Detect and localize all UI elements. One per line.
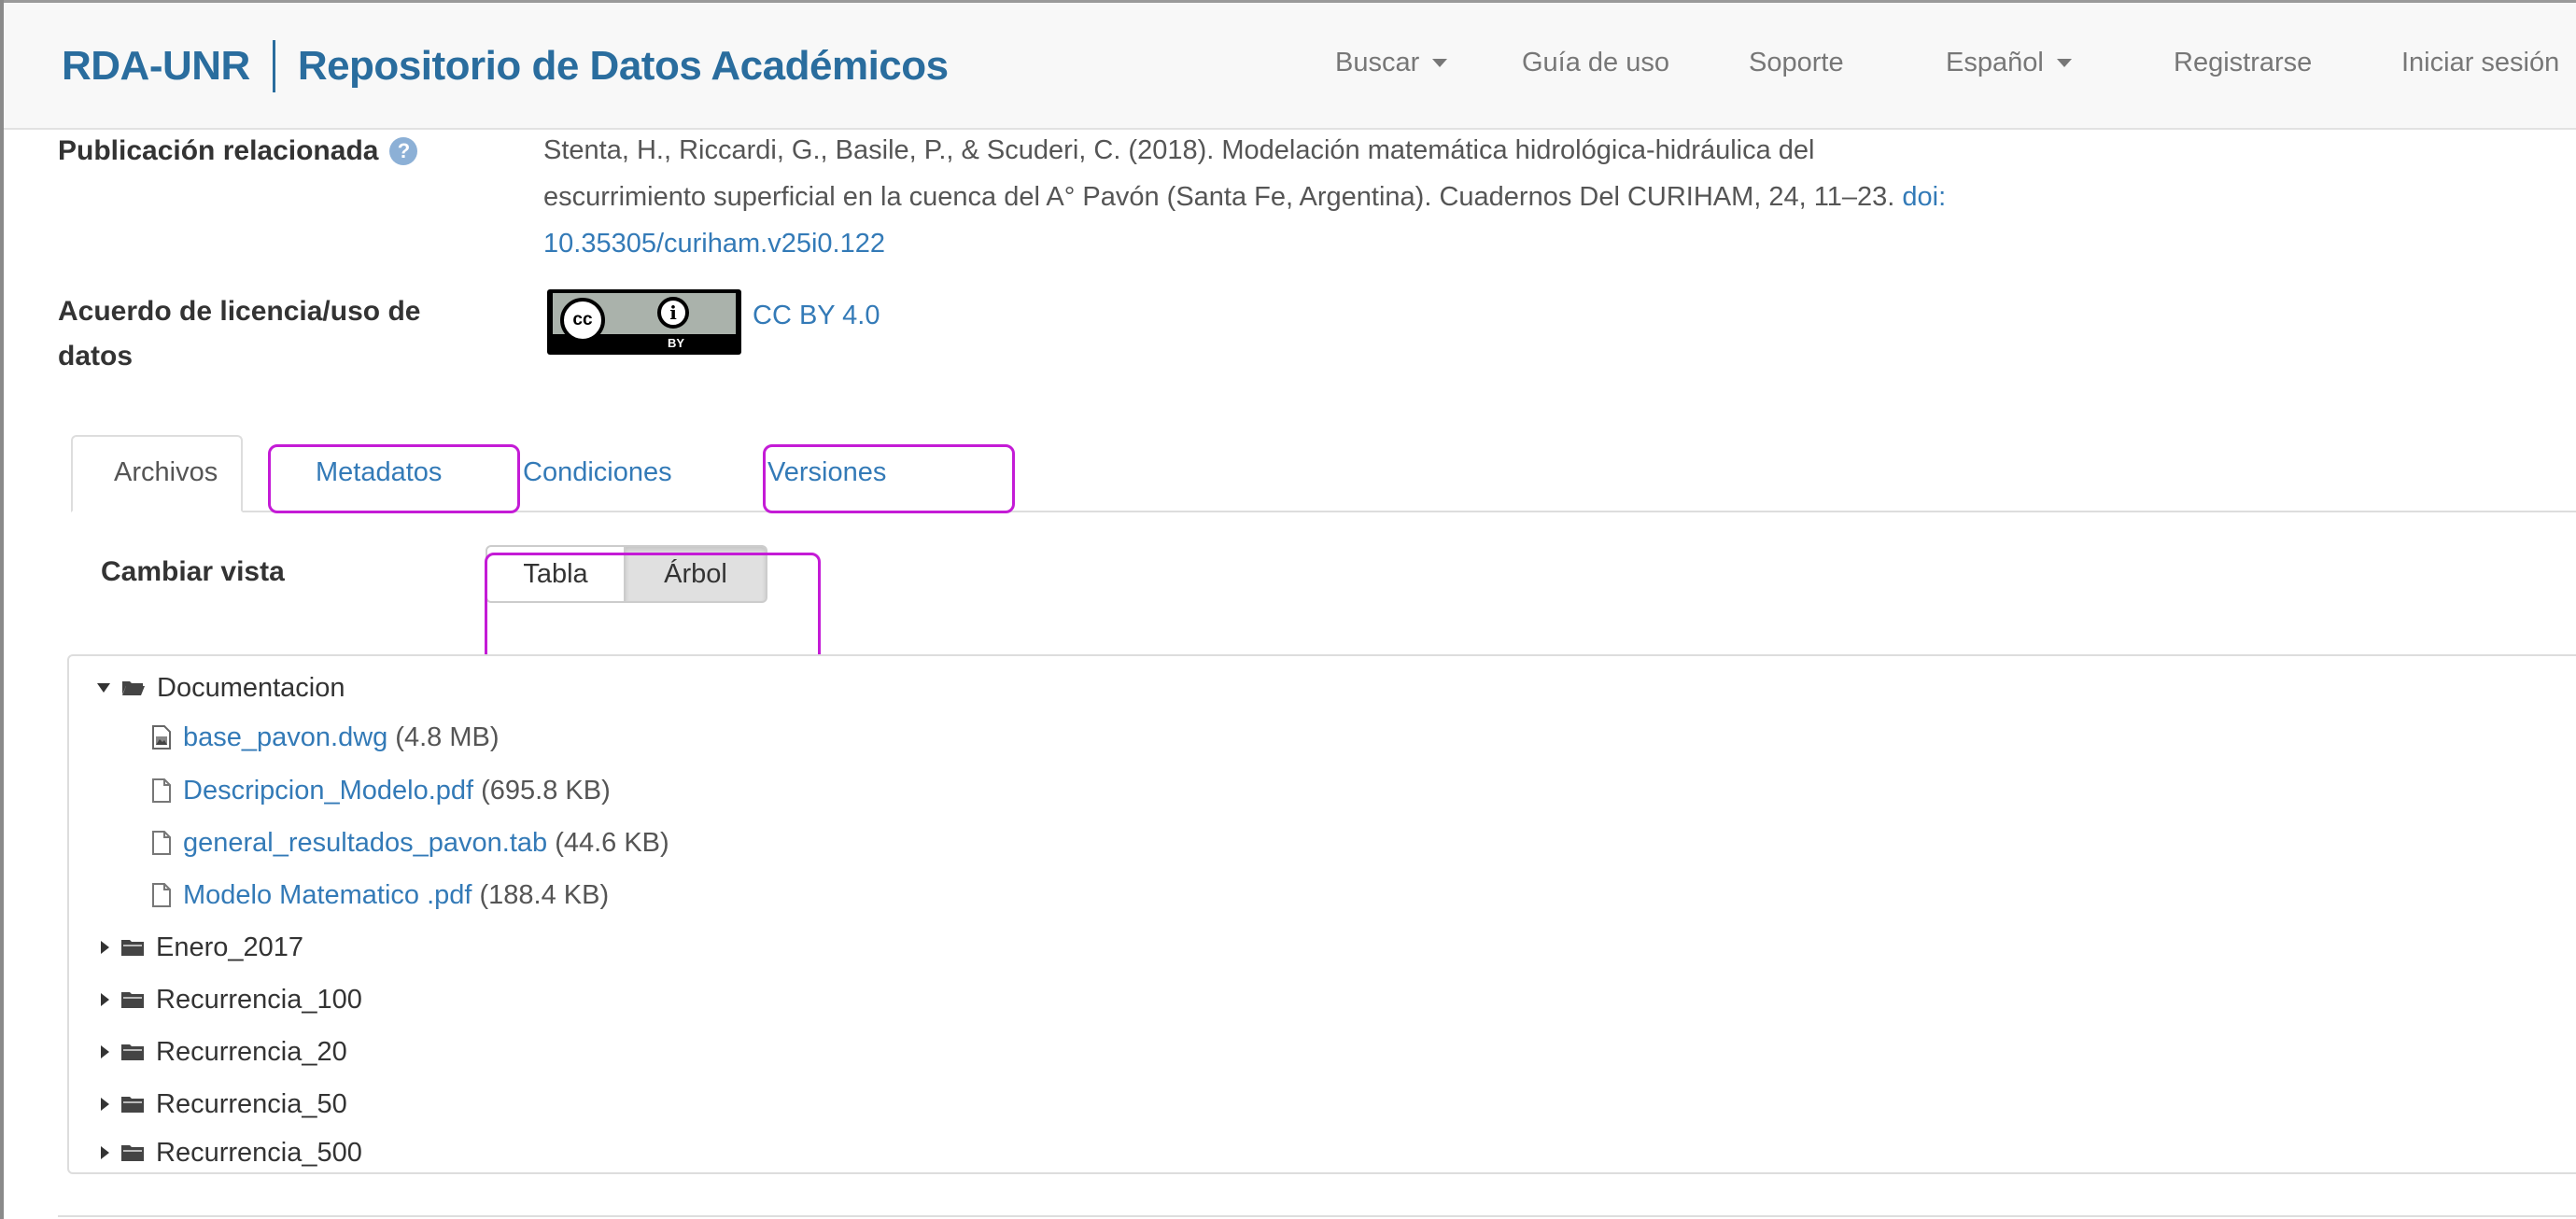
caret-down-icon[interactable] xyxy=(97,683,110,693)
file-icon xyxy=(152,778,171,803)
folder-icon xyxy=(121,1044,144,1060)
folder-name: Documentacion xyxy=(157,673,345,703)
cc-logo-icon: cc xyxy=(560,298,605,343)
view-switch-label: Cambiar vista xyxy=(101,556,285,587)
nav-language-label: Español xyxy=(1946,48,2044,77)
file-size: (695.8 KB) xyxy=(481,776,611,806)
publication-citation: Stenta, H., Riccardi, G., Basile, P., & … xyxy=(543,127,1981,267)
highlight-box-versiones xyxy=(763,444,1015,513)
tab-archivos[interactable]: Archivos xyxy=(114,457,218,488)
tree-folder-row[interactable]: Recurrencia_100 xyxy=(97,981,362,1018)
nav-support-link[interactable]: Soporte xyxy=(1749,48,1844,78)
question-circle-icon[interactable]: ? xyxy=(389,137,418,165)
attribution-person-icon: i xyxy=(657,297,689,329)
publication-row-label: Publicación relacionada? xyxy=(58,129,418,174)
brand-short-name: RDA-UNR xyxy=(62,43,250,89)
folder-icon xyxy=(121,992,144,1008)
license-link[interactable]: CC BY 4.0 xyxy=(753,301,880,331)
nav-search-menu[interactable]: Buscar xyxy=(1335,48,1448,78)
nav-language-menu[interactable]: Español xyxy=(1946,48,2072,78)
folder-icon xyxy=(121,940,144,956)
file-size: (44.6 KB) xyxy=(555,828,669,858)
nav-guide-link[interactable]: Guía de uso xyxy=(1522,48,1669,78)
publication-text: Stenta, H., Riccardi, G., Basile, P., & … xyxy=(543,135,1903,212)
caret-right-icon[interactable] xyxy=(101,993,109,1006)
folder-icon xyxy=(121,1145,144,1161)
tree-folder-documentacion[interactable]: Documentacion xyxy=(97,669,345,707)
caret-right-icon[interactable] xyxy=(101,1146,109,1159)
folder-name: Recurrencia_500 xyxy=(156,1138,362,1168)
tree-folder-row[interactable]: Recurrencia_50 xyxy=(97,1086,347,1123)
file-size: (4.8 MB) xyxy=(395,722,500,752)
folder-icon xyxy=(121,1097,144,1113)
cc-by-text: BY xyxy=(667,336,685,350)
tree-file-row[interactable]: base_pavon.dwg (4.8 MB) xyxy=(151,719,499,756)
tree-file-row[interactable]: general_resultados_pavon.tab (44.6 KB) xyxy=(151,824,669,862)
brand-divider xyxy=(272,40,275,92)
file-link[interactable]: Descripcion_Modelo.pdf xyxy=(183,772,473,809)
file-link[interactable]: general_resultados_pavon.tab xyxy=(183,824,547,862)
file-size: (188.4 KB) xyxy=(479,880,610,910)
tab-condiciones[interactable]: Condiciones xyxy=(523,457,672,488)
tree-folder-row[interactable]: Enero_2017 xyxy=(97,929,303,966)
cc-by-license-badge[interactable]: cc i BY xyxy=(547,289,741,355)
file-icon xyxy=(152,883,171,907)
file-link[interactable]: Modelo Matematico .pdf xyxy=(183,876,472,914)
folder-name: Recurrencia_50 xyxy=(156,1089,347,1119)
folder-name: Recurrencia_100 xyxy=(156,985,362,1015)
brand-logo[interactable]: RDA-UNR Repositorio de Datos Académicos xyxy=(62,36,949,96)
folder-name: Enero_2017 xyxy=(156,932,304,962)
brand-long-name: Repositorio de Datos Académicos xyxy=(297,43,949,89)
tree-folder-row[interactable]: Recurrencia_20 xyxy=(97,1033,347,1071)
folder-name: Recurrencia_20 xyxy=(156,1037,347,1067)
folder-open-icon xyxy=(122,681,145,695)
section-divider xyxy=(58,1215,2576,1217)
tree-folder-row[interactable]: Recurrencia_500 xyxy=(97,1134,362,1171)
file-link[interactable]: base_pavon.dwg xyxy=(183,719,387,756)
nav-guide-label: Guía de uso xyxy=(1522,48,1669,77)
license-label: Acuerdo de licencia/uso de datos xyxy=(58,296,421,371)
highlight-box-metadatos xyxy=(268,444,520,513)
top-navbar: RDA-UNR Repositorio de Datos Académicos … xyxy=(4,3,2576,130)
file-tree-panel: Documentacion base_pavon.dwg (4.8 MB) De… xyxy=(67,654,2576,1174)
tree-file-row[interactable]: Modelo Matematico .pdf (188.4 KB) xyxy=(151,876,609,914)
nav-register-link[interactable]: Registrarse xyxy=(2174,48,2312,78)
publication-label: Publicación relacionada xyxy=(58,135,379,166)
window-frame-left xyxy=(0,0,4,1219)
nav-search-label: Buscar xyxy=(1335,48,1420,77)
nav-login-link[interactable]: Iniciar sesión xyxy=(2401,48,2576,78)
tree-file-row[interactable]: Descripcion_Modelo.pdf (695.8 KB) xyxy=(151,772,611,809)
file-icon xyxy=(152,831,171,855)
caret-down-icon xyxy=(1432,59,1448,67)
nav-login-label: Iniciar sesión xyxy=(2401,48,2560,77)
highlight-box-view-switch xyxy=(485,553,821,669)
nav-register-label: Registrarse xyxy=(2174,48,2313,77)
caret-right-icon[interactable] xyxy=(101,1098,109,1111)
nav-support-label: Soporte xyxy=(1749,48,1844,77)
image-file-icon xyxy=(152,725,171,750)
caret-right-icon[interactable] xyxy=(101,1045,109,1058)
caret-down-icon xyxy=(2056,59,2072,67)
caret-right-icon[interactable] xyxy=(101,941,109,954)
